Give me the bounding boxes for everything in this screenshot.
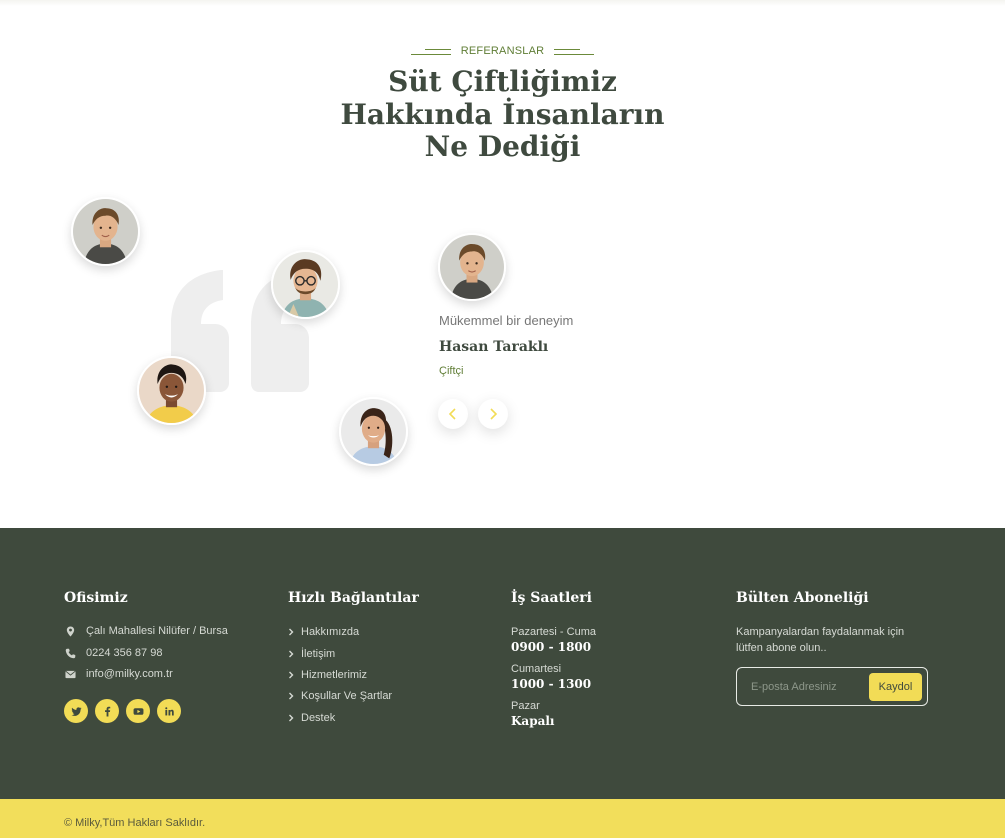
section-title-line-1: Süt Çiftliğimiz (388, 65, 617, 98)
hours-time-sunday: Kapalı (511, 714, 555, 728)
newsletter-email-input[interactable] (751, 677, 869, 697)
footer-link-contact[interactable]: İletişim (288, 648, 335, 660)
section-title: Süt Çiftliğimiz Hakkında İnsanların Ne D… (0, 65, 1005, 164)
phone-text: 0224 356 87 98 (86, 647, 163, 659)
eyebrow-label: REFERANSLAR (460, 45, 545, 57)
twitter-icon (70, 706, 82, 716)
section-eyebrow: REFERANSLAR (0, 43, 1005, 59)
map-pin-icon (64, 625, 76, 637)
newsletter-heading: Bülten Aboneliği (736, 590, 869, 606)
next-testimonial-button[interactable] (478, 399, 508, 429)
testimonial-avatar (438, 233, 506, 301)
hours-heading: İş Saatleri (511, 590, 592, 606)
hours-day-saturday: Cumartesi (511, 663, 562, 675)
footer-link-terms[interactable]: Koşullar Ve Şartlar (288, 690, 392, 702)
eyebrow-lines-left (410, 48, 451, 55)
office-heading: Ofisimiz (64, 590, 128, 606)
chevron-right-icon (289, 692, 294, 700)
chevron-right-icon (490, 408, 498, 420)
facebook-icon (104, 706, 110, 717)
youtube-icon (133, 707, 143, 715)
email-text: info@milky.com.tr (86, 668, 173, 680)
chevron-right-icon (289, 628, 294, 636)
avatar-customer-4[interactable] (339, 397, 408, 466)
testimonial-author-name: Hasan Taraklı (439, 339, 549, 355)
footer-link-label: Hakkımızda (301, 626, 360, 638)
section-title-line-2: Hakkında İnsanların (340, 97, 665, 131)
newsletter-description: Kampanyalardan faydalanmak için lütfen a… (736, 626, 905, 654)
footer-link-label: Hizmetlerimiz (301, 669, 367, 681)
social-links (64, 699, 181, 723)
avatar-customer-3[interactable] (137, 356, 206, 425)
top-divider (0, 0, 1005, 6)
newsletter-form: Kaydol (736, 667, 928, 706)
office-phone[interactable]: 0224 356 87 98 (64, 647, 162, 659)
office-email[interactable]: info@milky.com.tr (64, 668, 173, 680)
hours-time-weekdays: 0900 - 1800 (511, 640, 592, 654)
hours-day-weekdays: Pazartesi - Cuma (511, 626, 596, 638)
chevron-right-icon (289, 671, 294, 679)
footer (0, 528, 1005, 799)
phone-icon (64, 647, 76, 659)
envelope-icon (64, 668, 76, 680)
footer-link-support[interactable]: Destek (288, 712, 335, 724)
footer-link-label: Koşullar Ve Şartlar (301, 690, 393, 702)
hours-day-sunday: Pazar (511, 700, 540, 712)
youtube-link[interactable] (126, 699, 150, 723)
subscribe-button[interactable]: Kaydol (869, 673, 922, 701)
footer-link-services[interactable]: Hizmetlerimiz (288, 669, 367, 681)
avatar-customer-2[interactable] (271, 250, 340, 319)
testimonial-author-role: Çiftçi (439, 365, 464, 377)
eyebrow-lines-right (554, 48, 595, 55)
address-text: Çalı Mahallesi Nilüfer / Bursa (86, 625, 228, 637)
testimonial-text: Mükemmel bir deneyim (439, 313, 574, 328)
copyright-text: © Milky,Tüm Hakları Saklıdır. (64, 817, 206, 829)
footer-link-label: İletişim (301, 648, 336, 660)
avatar-customer-1[interactable] (71, 197, 140, 266)
facebook-link[interactable] (95, 699, 119, 723)
office-address: Çalı Mahallesi Nilüfer / Bursa (64, 625, 228, 637)
twitter-link[interactable] (64, 699, 88, 723)
chevron-right-icon (289, 650, 294, 658)
previous-testimonial-button[interactable] (438, 399, 468, 429)
chevron-right-icon (289, 714, 294, 722)
quick-links-heading: Hızlı Bağlantılar (288, 590, 419, 606)
footer-link-label: Destek (301, 712, 336, 724)
linkedin-icon (164, 706, 174, 715)
chevron-left-icon (448, 408, 456, 420)
section-title-line-3: Ne Dediği (424, 130, 581, 163)
linkedin-link[interactable] (157, 699, 181, 723)
footer-link-about[interactable]: Hakkımızda (288, 626, 359, 638)
hours-time-saturday: 1000 - 1300 (511, 677, 592, 691)
